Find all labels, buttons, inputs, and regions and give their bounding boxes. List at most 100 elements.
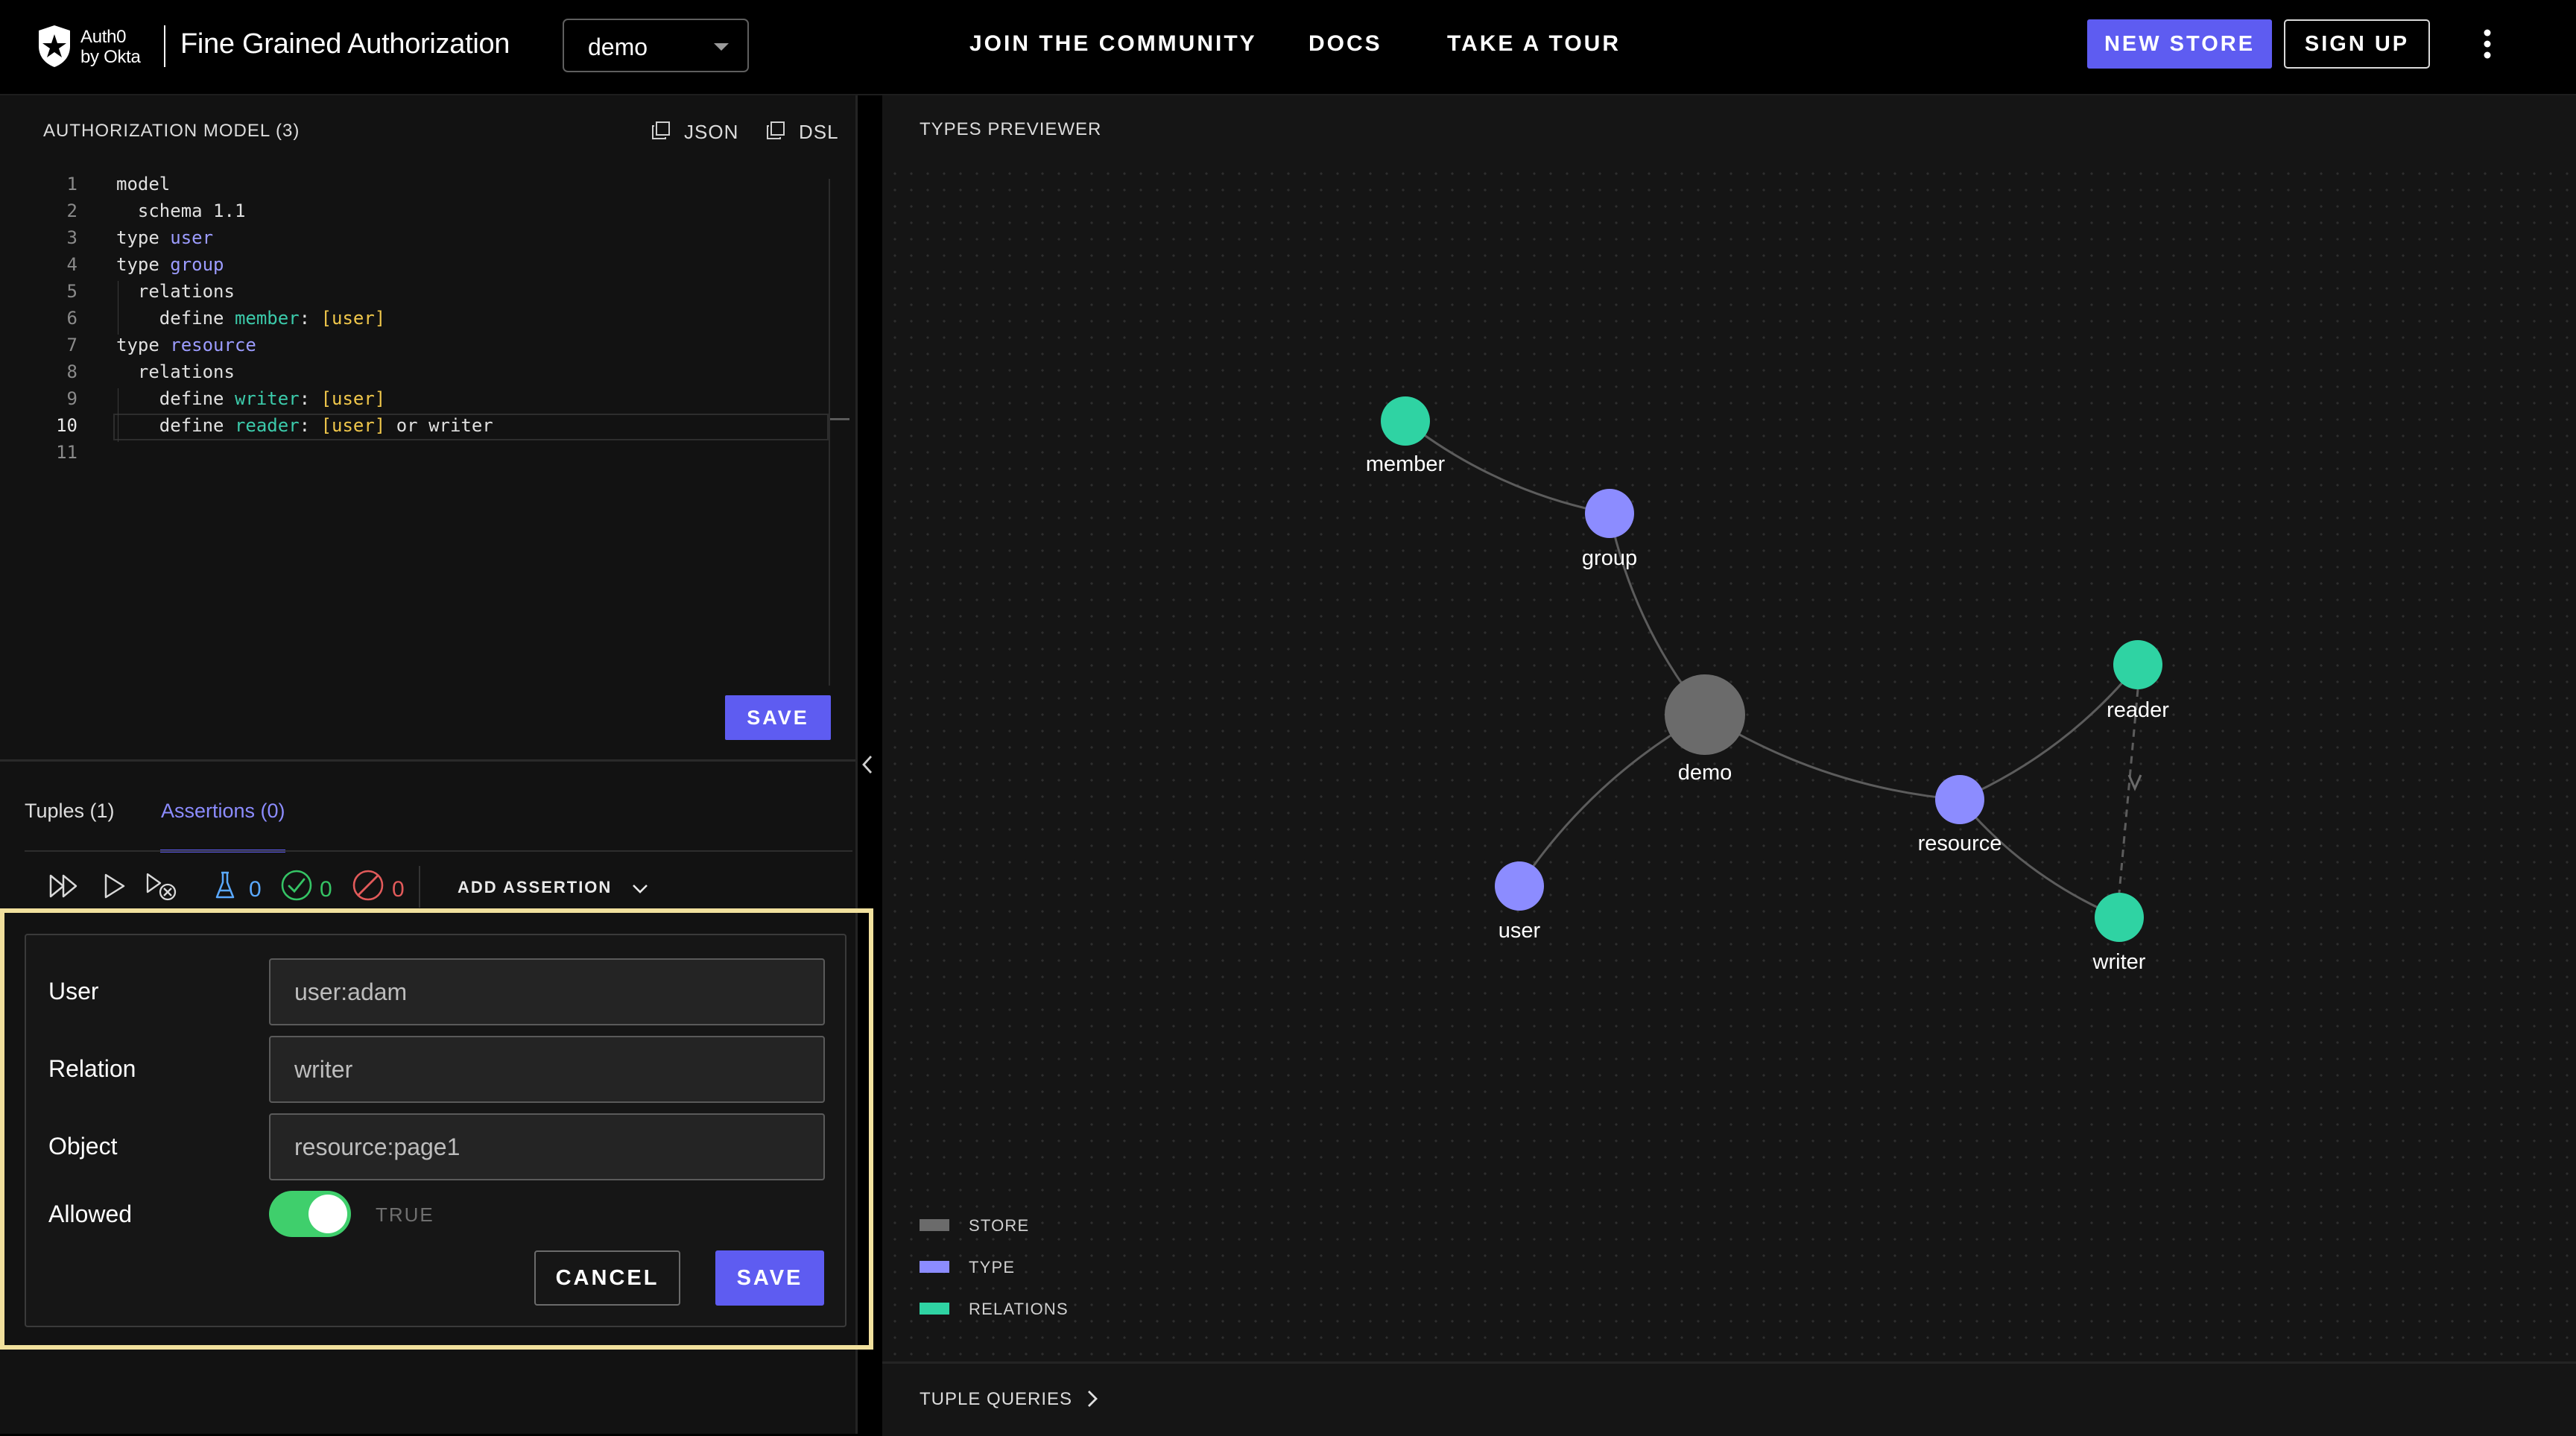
code-line[interactable]: 2 schema 1.1 <box>0 200 855 227</box>
code-line[interactable]: 5 relations <box>0 281 855 308</box>
code-text: relations <box>116 361 235 382</box>
copy-icon <box>652 121 670 139</box>
total-count: 0 <box>249 877 262 902</box>
line-number: 4 <box>66 254 77 275</box>
line-number: 7 <box>66 335 77 355</box>
passed-count: 0 <box>320 877 332 902</box>
node-writer[interactable] <box>2095 893 2144 942</box>
node-label-member: member <box>1366 452 1446 476</box>
app-title: Fine Grained Authorization <box>180 28 510 60</box>
line-number: 11 <box>56 442 77 463</box>
code-text: type user <box>116 227 214 248</box>
panel-divider[interactable] <box>0 759 855 762</box>
copy-icon <box>767 121 785 139</box>
run-icon[interactable] <box>103 873 127 899</box>
code-line[interactable]: 6 define member: [user] <box>0 308 855 335</box>
code-text: define member: [user] <box>116 308 386 329</box>
user-input[interactable]: user:adam <box>269 958 825 1025</box>
legend-label: TYPE <box>969 1258 1016 1277</box>
assertion-save-button[interactable]: SAVE <box>715 1250 824 1306</box>
clear-results-icon[interactable] <box>145 872 178 902</box>
types-graph[interactable]: member group demo user resource reader writer <box>882 95 2576 1362</box>
legend-swatch <box>920 1219 949 1231</box>
code-line[interactable]: 4 type group <box>0 254 855 281</box>
allowed-value-text: TRUE <box>376 1203 434 1226</box>
add-assertion-button[interactable]: ADD ASSERTION <box>458 878 648 900</box>
line-number: 10 <box>56 415 77 436</box>
nav-take-tour[interactable]: TAKE A TOUR <box>1447 31 1621 57</box>
edge-resource-reader <box>1959 664 2139 801</box>
blocked-circle-icon <box>352 870 384 901</box>
flask-icon <box>215 871 235 899</box>
auth0-shield-icon <box>39 25 70 67</box>
code-line[interactable]: 7 type resource <box>0 335 855 361</box>
code-line[interactable]: 3 type user <box>0 227 855 254</box>
authorization-model-title: AUTHORIZATION MODEL (3) <box>43 121 300 141</box>
tuple-queries-bar[interactable]: TUPLE QUERIES <box>882 1361 2576 1436</box>
chevron-down-icon <box>714 43 729 51</box>
legend-swatch <box>920 1303 949 1315</box>
add-assertion-label: ADD ASSERTION <box>458 878 613 896</box>
line-number: 3 <box>66 227 77 248</box>
edge-arrow <box>2127 774 2142 791</box>
tab-assertions[interactable]: Assertions (0) <box>161 800 285 823</box>
node-label-reader: reader <box>2107 698 2169 722</box>
legend-item: RELATIONS <box>920 1298 1143 1320</box>
relation-label: Relation <box>48 1055 136 1082</box>
code-line[interactable]: 1 model <box>0 174 855 200</box>
sign-up-button[interactable]: SIGN UP <box>2284 19 2430 69</box>
node-label-user: user <box>1499 919 1541 943</box>
code-text: relations <box>116 281 235 302</box>
code-text: model <box>116 174 171 194</box>
nav-join-community[interactable]: JOIN THE COMMUNITY <box>969 31 1257 57</box>
run-all-icon[interactable] <box>48 873 80 899</box>
line-number: 5 <box>66 281 77 302</box>
chevron-down-icon <box>633 885 648 893</box>
store-select[interactable]: demo <box>563 19 749 72</box>
cancel-button[interactable]: CANCEL <box>534 1250 680 1306</box>
editor-scroll-marker <box>830 418 849 420</box>
code-text: schema 1.1 <box>116 200 246 221</box>
node-member[interactable] <box>1381 396 1430 446</box>
store-select-value: demo <box>588 34 648 60</box>
node-label-writer: writer <box>2092 950 2146 974</box>
object-label: Object <box>48 1133 118 1160</box>
toolbar-separator <box>419 866 420 908</box>
code-line[interactable]: 9 define writer: [user] <box>0 388 855 415</box>
auth0-logo[interactable]: Auth0 by Okta <box>36 22 170 72</box>
node-demo[interactable] <box>1665 674 1745 755</box>
object-input[interactable]: resource:page1 <box>269 1113 825 1180</box>
vertical-dots-icon[interactable] <box>2481 27 2493 61</box>
graph-legend: STORE TYPE RELATIONS <box>920 1215 1143 1341</box>
collapse-panel-icon[interactable] <box>861 754 874 775</box>
code-text: type resource <box>116 335 256 355</box>
node-label-resource: resource <box>1918 832 2002 855</box>
legend-item: TYPE <box>920 1256 1143 1279</box>
tuple-queries-label: TUPLE QUERIES <box>920 1389 1073 1409</box>
top-bar: Auth0 by Okta Fine Grained Authorization… <box>0 0 2576 95</box>
node-resource[interactable] <box>1935 775 1984 824</box>
code-line[interactable]: 8 relations <box>0 361 855 388</box>
allowed-toggle[interactable] <box>269 1191 351 1237</box>
new-store-button[interactable]: NEW STORE <box>2087 19 2272 69</box>
legend-label: STORE <box>969 1216 1030 1235</box>
assertion-form: User user:adam Relation writer Object re… <box>25 934 846 1327</box>
node-group[interactable] <box>1585 489 1634 538</box>
model-save-button[interactable]: SAVE <box>725 695 831 740</box>
editor-scrollbar[interactable] <box>829 179 830 686</box>
dsl-label: DSL <box>799 121 839 143</box>
tabs-divider <box>25 850 852 852</box>
node-reader[interactable] <box>2113 640 2162 689</box>
code-line[interactable]: 10 define reader: [user] or writer <box>0 414 855 442</box>
code-line[interactable]: 11 <box>0 442 855 469</box>
legend-swatch <box>920 1261 949 1273</box>
tab-tuples[interactable]: Tuples (1) <box>25 800 115 823</box>
json-label: JSON <box>684 121 739 143</box>
assertions-toolbar: 0 0 0 ADD ASSERTION <box>25 866 844 908</box>
nav-docs[interactable]: DOCS <box>1308 31 1382 57</box>
toggle-knob <box>308 1195 347 1233</box>
logo-line-1: Auth0 <box>80 27 127 47</box>
line-number: 8 <box>66 361 77 382</box>
node-user[interactable] <box>1495 861 1544 911</box>
relation-input[interactable]: writer <box>269 1036 825 1103</box>
